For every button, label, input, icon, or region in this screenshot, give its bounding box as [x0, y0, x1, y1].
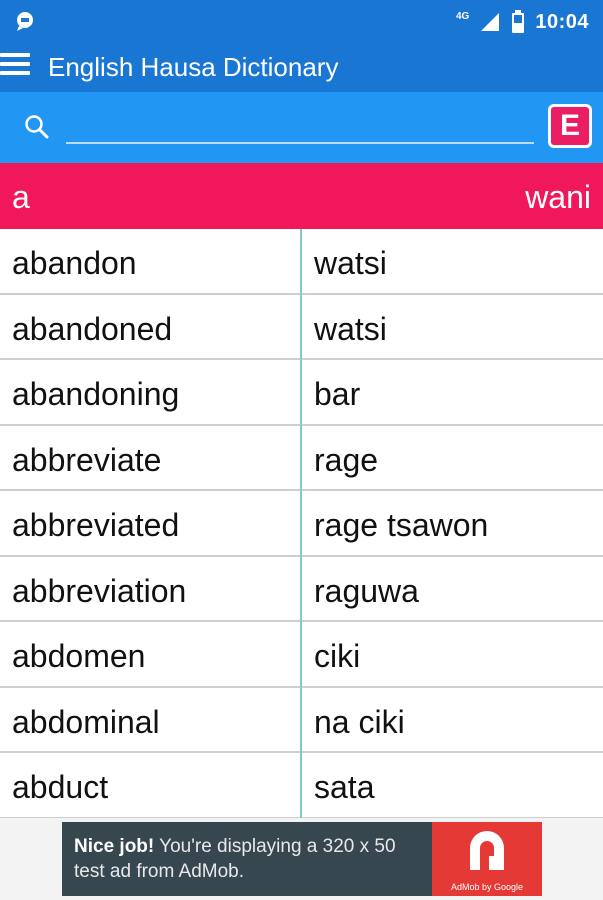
- hausa-word: ciki: [314, 638, 361, 674]
- app-bar: English Hausa Dictionary: [0, 42, 603, 92]
- status-bar: 4G 10:04: [0, 0, 603, 42]
- signal-icon: [481, 13, 500, 31]
- app-title: English Hausa Dictionary: [48, 52, 339, 82]
- hausa-word: sata: [314, 769, 375, 805]
- hausa-word: watsi: [314, 245, 387, 281]
- english-word: abandon: [12, 245, 137, 281]
- ad-area: Nice job! You're displaying a 320 x 50 t…: [0, 818, 603, 900]
- language-toggle-button[interactable]: E: [548, 104, 592, 148]
- menu-icon[interactable]: [0, 53, 30, 81]
- battery-icon: [512, 10, 525, 33]
- notification-icon: [17, 12, 33, 31]
- english-word: abandoned: [12, 310, 173, 347]
- english-word: abdomen: [12, 638, 146, 674]
- search-input[interactable]: [66, 108, 534, 144]
- network-type-label: 4G: [456, 10, 470, 22]
- ad-headline: Nice job!: [74, 836, 155, 857]
- admob-logo: AdMob by Google: [432, 822, 542, 896]
- hausa-word: raguwa: [314, 572, 419, 609]
- admob-caption: AdMob by Google: [450, 882, 524, 892]
- hausa-word: watsi: [314, 310, 387, 347]
- header-left-label: a: [12, 179, 30, 215]
- english-word: abdominal: [12, 703, 160, 740]
- hausa-word: rage tsawon: [314, 507, 489, 543]
- header-right-label: wani: [525, 179, 591, 215]
- admob-icon: [470, 831, 504, 870]
- english-word: abbreviation: [12, 572, 187, 609]
- english-word: abandoning: [12, 376, 180, 412]
- ad-banner[interactable]: Nice job! You're displaying a 320 x 50 t…: [62, 822, 542, 896]
- hausa-word: bar: [314, 376, 361, 412]
- word-list: abandon watsi abandoned watsi abandoning…: [0, 229, 603, 819]
- english-word: abduct: [12, 769, 109, 805]
- clock: 10:04: [535, 10, 589, 33]
- list-header: a wani: [0, 163, 603, 229]
- ad-text: Nice job! You're displaying a 320 x 50 t…: [74, 834, 424, 884]
- english-word: abbreviated: [12, 507, 180, 543]
- search-bar: [0, 92, 603, 163]
- column-divider: [300, 229, 302, 818]
- english-word: abbreviate: [12, 441, 162, 478]
- search-icon: [25, 115, 49, 139]
- hausa-word: rage: [314, 441, 379, 478]
- hausa-word: na ciki: [314, 703, 405, 740]
